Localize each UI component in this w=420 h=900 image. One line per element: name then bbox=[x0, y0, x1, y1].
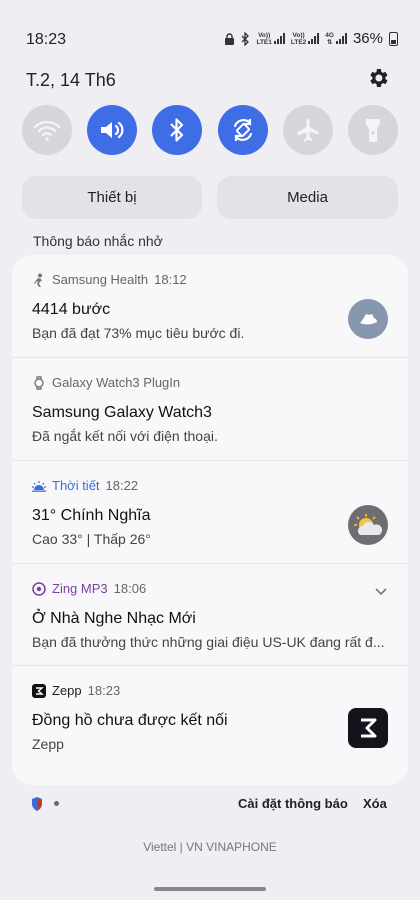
wifi-icon bbox=[33, 120, 61, 141]
notification-header: Thời tiết 18:22 bbox=[32, 478, 138, 493]
notification-title: Đồng hồ chưa được kết nối bbox=[32, 712, 228, 729]
notification-zing-mp3[interactable]: Zing MP3 18:06 Ở Nhà Nghe Nhạc Mới Bạn đ… bbox=[12, 564, 408, 666]
devices-button[interactable]: Thiết bị bbox=[22, 176, 202, 219]
flashlight-icon bbox=[365, 119, 380, 142]
section-label: Thông báo nhắc nhở bbox=[33, 233, 163, 249]
app-name: Zepp bbox=[52, 683, 82, 698]
notification-samsung-health[interactable]: Samsung Health 18:12 4414 bước Bạn đã đạ… bbox=[12, 255, 408, 358]
samsung-health-icon bbox=[32, 273, 46, 287]
partly-cloudy-icon bbox=[348, 505, 388, 545]
notification-body: Bạn đã đạt 73% mục tiêu bước đi. bbox=[32, 325, 245, 341]
notification-time: 18:23 bbox=[87, 683, 121, 698]
notification-galaxy-watch[interactable]: Galaxy Watch3 PlugIn Samsung Galaxy Watc… bbox=[12, 358, 408, 461]
notification-zepp[interactable]: Zepp 18:23 Đồng hồ chưa được kết nối Zep… bbox=[12, 666, 408, 785]
app-name: Zing MP3 bbox=[52, 581, 108, 596]
notification-body: Cao 33° | Thấp 26° bbox=[32, 531, 151, 547]
sim1-signal: Vo)) LTE1 bbox=[256, 32, 285, 46]
data-signal: 4G ⇅ bbox=[325, 32, 347, 46]
status-bar: 18:23 Vo)) LTE1 Vo)) LTE2 4G ⇅ 36% bbox=[0, 0, 420, 80]
weather-app-icon bbox=[32, 479, 46, 493]
zing-mp3-icon bbox=[32, 581, 46, 596]
zepp-icon bbox=[32, 683, 46, 698]
clear-all-button[interactable]: Xóa bbox=[363, 796, 387, 811]
app-name: Thời tiết bbox=[52, 478, 100, 493]
watch-icon bbox=[32, 375, 46, 390]
clock: 18:23 bbox=[26, 31, 67, 48]
shoe-icon bbox=[348, 299, 388, 339]
bluetooth-status-icon bbox=[241, 31, 250, 46]
shield-icon bbox=[32, 797, 42, 811]
notification-header: Samsung Health 18:12 bbox=[32, 272, 187, 287]
sound-icon bbox=[101, 121, 124, 139]
settings-gear-icon[interactable] bbox=[366, 66, 390, 90]
app-name: Galaxy Watch3 PlugIn bbox=[52, 375, 181, 390]
carrier-label: Viettel | VN VINAPHONE bbox=[143, 840, 277, 854]
notification-header: Zing MP3 18:06 bbox=[32, 581, 146, 596]
airplane-toggle[interactable] bbox=[282, 105, 333, 155]
notification-title: Ở Nhà Nghe Nhạc Mới bbox=[32, 610, 196, 627]
notification-time: 18:06 bbox=[113, 581, 147, 596]
notification-body: Zepp bbox=[32, 736, 64, 752]
bluetooth-toggle[interactable] bbox=[152, 105, 203, 155]
sim2-signal: Vo)) LTE2 bbox=[291, 32, 320, 46]
airplane-icon bbox=[297, 119, 319, 142]
app-name: Samsung Health bbox=[52, 272, 149, 287]
notification-body: Bạn đã thưởng thức những giai điệu US-UK… bbox=[32, 634, 385, 650]
home-indicator[interactable] bbox=[154, 887, 266, 891]
notification-body: Đã ngắt kết nối với điện thoại. bbox=[32, 428, 218, 444]
notification-header: Zepp 18:23 bbox=[32, 683, 120, 698]
sound-toggle[interactable] bbox=[87, 105, 138, 155]
battery-percent: 36% bbox=[352, 30, 383, 47]
notification-title: Samsung Galaxy Watch3 bbox=[32, 404, 212, 421]
battery-icon bbox=[389, 31, 398, 46]
notification-header: Galaxy Watch3 PlugIn bbox=[32, 375, 180, 390]
lock-notification-icon bbox=[225, 32, 235, 45]
auto-rotate-icon bbox=[233, 119, 252, 141]
zepp-logo-icon bbox=[348, 708, 388, 748]
bluetooth-icon bbox=[170, 118, 184, 142]
wifi-toggle[interactable] bbox=[22, 105, 72, 155]
status-icons: Vo)) LTE1 Vo)) LTE2 4G ⇅ 36% bbox=[224, 30, 398, 47]
page-indicator-dot bbox=[54, 801, 59, 806]
notification-time: 18:22 bbox=[105, 478, 139, 493]
auto-rotate-toggle[interactable] bbox=[217, 105, 268, 155]
notification-title: 31° Chính Nghĩa bbox=[32, 507, 151, 524]
notification-weather[interactable]: Thời tiết 18:22 31° Chính Nghĩa Cao 33° … bbox=[12, 461, 408, 564]
media-button[interactable]: Media bbox=[217, 176, 398, 219]
notification-time: 18:12 bbox=[154, 272, 187, 287]
quick-settings-row bbox=[22, 105, 398, 155]
notification-card: Samsung Health 18:12 4414 bước Bạn đã đạ… bbox=[12, 255, 408, 785]
notification-settings-button[interactable]: Cài đặt thông báo bbox=[238, 796, 348, 811]
notification-title: 4414 bước bbox=[32, 301, 111, 318]
flashlight-toggle[interactable] bbox=[347, 105, 398, 155]
chevron-down-icon[interactable] bbox=[374, 584, 388, 598]
date-label: T.2, 14 Th6 bbox=[26, 70, 116, 90]
